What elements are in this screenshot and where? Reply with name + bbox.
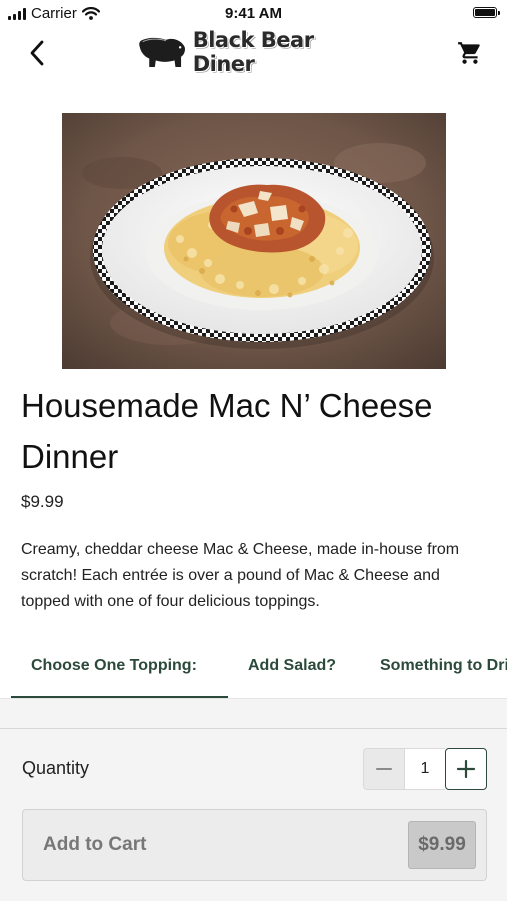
plus-icon (456, 759, 476, 779)
add-to-cart-button[interactable]: Add to Cart $9.99 (22, 809, 487, 881)
item-price: $9.99 (21, 492, 64, 511)
chevron-left-icon (30, 40, 44, 66)
bear-logo-icon (139, 37, 186, 67)
tab-add-salad[interactable]: Add Salad? (248, 640, 336, 696)
option-tabs: Choose One Topping: Add Salad? Something… (0, 640, 507, 698)
cart-button[interactable] (453, 36, 487, 70)
nav-bar: Black Bear Diner (0, 28, 507, 78)
tab-choose-topping[interactable]: Choose One Topping: (31, 640, 197, 696)
quantity-label: Quantity (22, 758, 90, 778)
item-photo (62, 113, 446, 369)
brand-logo: Black Bear Diner (138, 28, 370, 76)
status-time: 9:41 AM (225, 5, 282, 22)
cart-total-price: $9.99 (408, 821, 476, 869)
minus-icon (376, 768, 392, 770)
decrease-quantity-button[interactable] (363, 748, 405, 790)
tab-something-to-drink[interactable]: Something to Drink? (380, 640, 507, 696)
brand-name: Black Bear Diner (192, 28, 314, 76)
battery-icon (473, 7, 500, 18)
increase-quantity-button[interactable] (445, 748, 487, 790)
add-to-cart-label: Add to Cart (43, 834, 147, 855)
item-title: Housemade Mac N’ Cheese Dinner (21, 387, 433, 475)
status-bar: Carrier 9:41 AM (0, 0, 507, 28)
back-button[interactable] (20, 36, 54, 70)
quantity-stepper: 1 (363, 748, 487, 790)
options-content-area (0, 699, 507, 729)
quantity-value[interactable]: 1 (405, 748, 445, 790)
shopping-cart-icon (458, 42, 480, 64)
item-description: Creamy, cheddar cheese Mac & Cheese, mad… (21, 541, 460, 610)
